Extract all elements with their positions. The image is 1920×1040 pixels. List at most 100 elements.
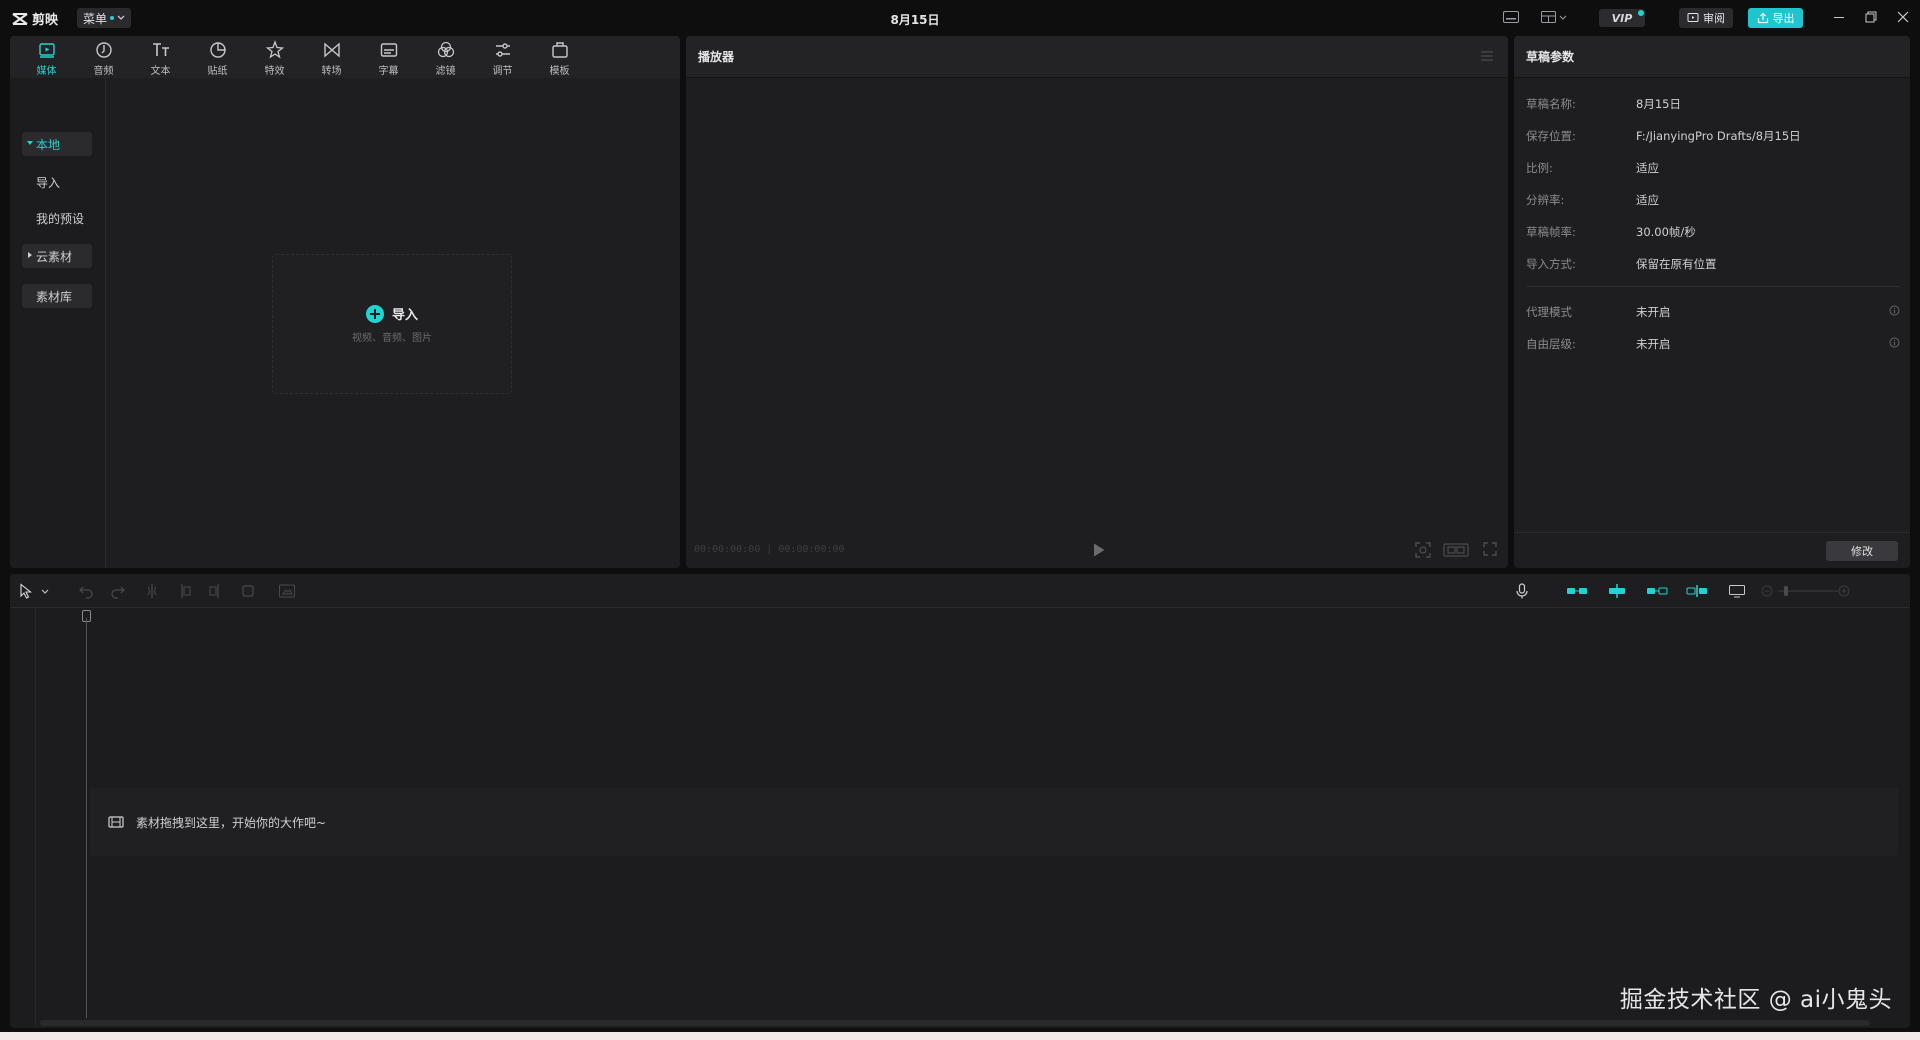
import-dropzone[interactable]: 导入 视频、音频、图片 bbox=[272, 254, 512, 394]
modify-button[interactable]: 修改 bbox=[1826, 541, 1898, 561]
tab-sticker[interactable]: 贴纸 bbox=[189, 36, 246, 78]
sidebar-item-presets[interactable]: 我的预设 bbox=[22, 206, 92, 230]
player-panel: 播放器 00:00:00:00 | 00:00:00:00 bbox=[686, 36, 1508, 568]
main-track-magnet-icon[interactable] bbox=[1566, 583, 1588, 599]
main-track-dropzone[interactable]: 素材拖拽到这里，开始你的大作吧~ bbox=[90, 788, 1898, 856]
param-value: 未开启 bbox=[1636, 337, 1671, 351]
subtitle-icon bbox=[380, 43, 397, 57]
params-title: 草稿参数 bbox=[1526, 50, 1575, 64]
collapse-arrow-icon bbox=[28, 252, 32, 258]
import-hint: 视频、音频、图片 bbox=[352, 333, 432, 344]
layout-icon[interactable] bbox=[1540, 9, 1568, 25]
tab-effects-label: 特效 bbox=[264, 66, 285, 77]
trim-right-icon[interactable] bbox=[208, 583, 224, 599]
param-value: 保留在原有位置 bbox=[1636, 257, 1717, 271]
tab-filter[interactable]: 滤镜 bbox=[417, 36, 474, 78]
review-icon bbox=[1687, 13, 1699, 22]
tab-sticker-label: 贴纸 bbox=[207, 66, 228, 77]
time-separator: | bbox=[766, 544, 779, 555]
param-row-resolution: 分辨率: 适应 bbox=[1526, 192, 1659, 208]
caption-track-icon[interactable] bbox=[1728, 583, 1746, 599]
tab-audio-label: 音频 bbox=[93, 66, 114, 77]
param-value: 未开启 bbox=[1636, 305, 1671, 319]
title-bar: 剪映 菜单 8月15日 VIP 审阅 导出 bbox=[0, 0, 1920, 36]
param-value: 30.00帧/秒 bbox=[1636, 225, 1696, 239]
timeline-body[interactable]: 素材拖拽到这里，开始你的大作吧~ bbox=[10, 608, 1910, 1028]
chevron-down-icon[interactable] bbox=[40, 583, 50, 599]
timeline-toolbar bbox=[10, 574, 1910, 608]
shortcut-keyboard-icon[interactable] bbox=[1502, 9, 1520, 25]
param-key: 导入方式: bbox=[1526, 257, 1576, 271]
sidebar-item-import[interactable]: 导入 bbox=[22, 170, 92, 194]
review-label: 审阅 bbox=[1703, 12, 1725, 25]
info-icon[interactable] bbox=[1889, 305, 1900, 316]
adjust-icon bbox=[495, 43, 510, 57]
tab-effects[interactable]: 特效 bbox=[246, 36, 303, 78]
auto-snap-icon[interactable] bbox=[1606, 583, 1628, 599]
media-tab-bar: 媒体 音频 文本 贴纸 特效 转场 字幕 滤镜 调节 模板 bbox=[10, 36, 680, 78]
split-icon[interactable] bbox=[144, 583, 160, 599]
watermark-text: 掘金技术社区 @ ai小鬼头 bbox=[1619, 987, 1892, 1013]
info-icon[interactable] bbox=[1889, 337, 1900, 348]
horizontal-scrollbar[interactable] bbox=[40, 1020, 1870, 1026]
param-key: 自由层级: bbox=[1526, 337, 1576, 351]
export-icon bbox=[1757, 12, 1768, 24]
tab-transition[interactable]: 转场 bbox=[303, 36, 360, 78]
media-panel: 媒体 音频 文本 贴纸 特效 转场 字幕 滤镜 调节 模板 本地 导入 我的预设… bbox=[10, 36, 680, 568]
param-row-location: 保存位置: F:/JianyingPro Drafts/8月15日 bbox=[1526, 128, 1801, 144]
select-cursor-icon[interactable] bbox=[18, 583, 34, 599]
fullscreen-icon[interactable] bbox=[1483, 542, 1497, 556]
play-icon[interactable] bbox=[1092, 542, 1106, 558]
review-button[interactable]: 审阅 bbox=[1679, 8, 1733, 28]
trim-left-icon[interactable] bbox=[176, 583, 192, 599]
tab-template[interactable]: 模板 bbox=[531, 36, 588, 78]
sidebar-item-cloud[interactable]: 云素材 bbox=[22, 244, 92, 268]
param-row-ratio: 比例: 适应 bbox=[1526, 160, 1659, 176]
preview-axis-icon[interactable] bbox=[1686, 583, 1708, 599]
sticker-icon bbox=[209, 42, 226, 58]
param-row-import-mode: 导入方式: 保留在原有位置 bbox=[1526, 256, 1717, 272]
import-row: 导入 bbox=[365, 304, 418, 323]
audio-icon bbox=[95, 42, 112, 58]
tab-media-label: 媒体 bbox=[36, 66, 57, 77]
crop-frame-icon[interactable] bbox=[278, 583, 296, 599]
param-key: 代理模式 bbox=[1526, 305, 1572, 319]
param-value: 适应 bbox=[1636, 193, 1659, 207]
player-header: 播放器 bbox=[686, 36, 1508, 78]
export-label: 导出 bbox=[1772, 12, 1795, 25]
tab-subtitle[interactable]: 字幕 bbox=[360, 36, 417, 78]
tab-media[interactable]: 媒体 bbox=[18, 36, 75, 78]
hamburger-menu-icon[interactable] bbox=[1480, 50, 1494, 62]
sidebar-item-import-label: 导入 bbox=[36, 175, 61, 190]
minimize-icon[interactable] bbox=[1832, 10, 1846, 24]
close-icon[interactable] bbox=[1896, 10, 1910, 24]
redo-icon[interactable] bbox=[110, 583, 126, 599]
filter-icon bbox=[437, 41, 454, 58]
sidebar-item-library-label: 素材库 bbox=[36, 289, 73, 304]
ratio-icon[interactable] bbox=[1443, 542, 1469, 558]
delete-icon[interactable] bbox=[240, 583, 256, 599]
tab-audio[interactable]: 音频 bbox=[75, 36, 132, 78]
undo-icon[interactable] bbox=[78, 583, 94, 599]
sidebar-item-library[interactable]: 素材库 bbox=[22, 284, 92, 308]
screenshot-icon[interactable] bbox=[1415, 542, 1431, 558]
linkage-icon[interactable] bbox=[1646, 583, 1668, 599]
zoom-slider[interactable] bbox=[1760, 583, 1850, 599]
playhead[interactable] bbox=[86, 618, 87, 1018]
params-divider bbox=[1526, 286, 1900, 287]
microphone-icon[interactable] bbox=[1515, 583, 1529, 599]
taskbar-edge bbox=[0, 1032, 1920, 1040]
tab-adjust[interactable]: 调节 bbox=[474, 36, 531, 78]
plus-circle-icon bbox=[365, 304, 384, 323]
tab-text[interactable]: 文本 bbox=[132, 36, 189, 78]
export-button[interactable]: 导出 bbox=[1748, 8, 1803, 28]
total-time: 00:00:00:00 bbox=[778, 544, 845, 555]
draft-params-panel: 草稿参数 草稿名称: 8月15日 保存位置: F:/JianyingPro Dr… bbox=[1514, 36, 1910, 568]
tab-transition-label: 转场 bbox=[321, 66, 342, 77]
media-sidebar: 本地 导入 我的预设 云素材 素材库 bbox=[10, 78, 106, 568]
param-key: 保存位置: bbox=[1526, 129, 1576, 143]
param-key: 分辨率: bbox=[1526, 193, 1565, 207]
time-readout: 00:00:00:00 | 00:00:00:00 bbox=[694, 544, 845, 555]
sidebar-item-local[interactable]: 本地 bbox=[22, 132, 92, 156]
restore-icon[interactable] bbox=[1864, 10, 1878, 24]
